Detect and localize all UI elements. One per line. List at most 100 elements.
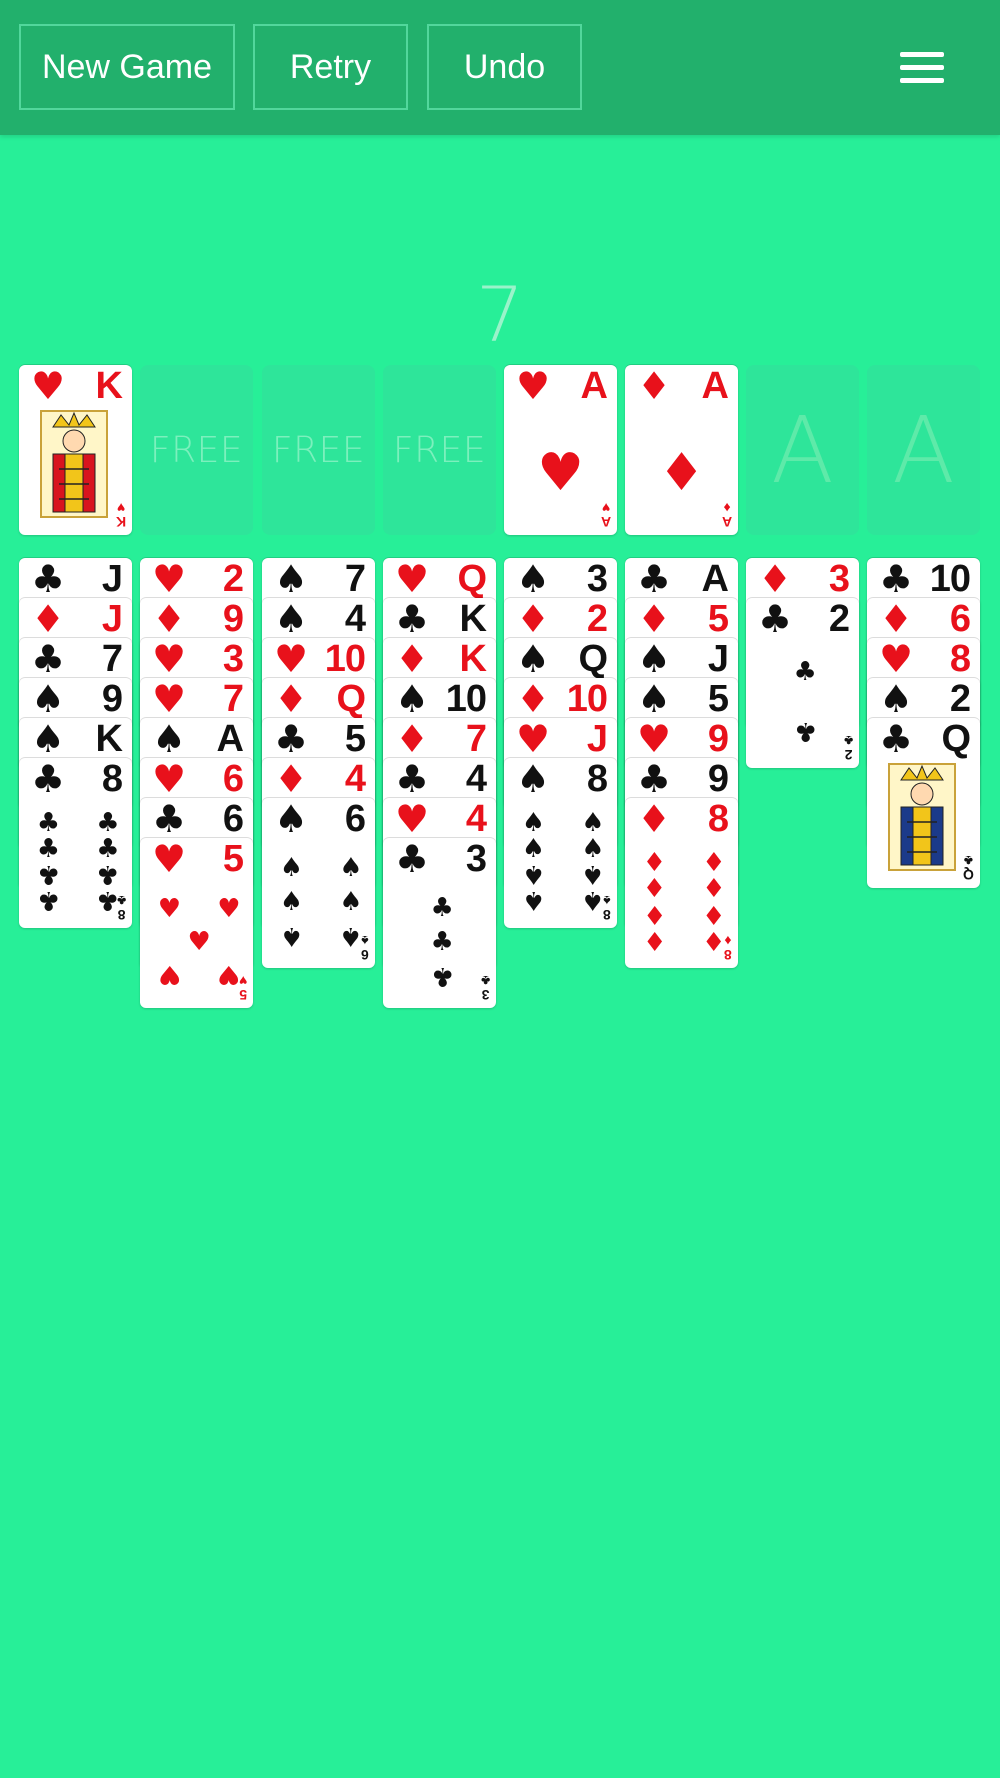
hearts-suit-icon: ♥ [152, 838, 187, 881]
foundation-label: A [771, 396, 834, 504]
free-cell-2[interactable]: FREE [140, 365, 253, 535]
card-rank: A [580, 365, 608, 407]
spades-pip-icon: ♠ [521, 884, 546, 915]
spades-pip-icon: ♠ [339, 920, 363, 951]
card-corner-index: 6 ♠ [361, 933, 369, 963]
card-corner-index: 5 ♥ [238, 973, 247, 1003]
card-rank: 10 [324, 638, 366, 680]
foundation-4[interactable]: A [867, 365, 980, 535]
free-cell-3[interactable]: FREE [262, 365, 375, 535]
card-rank: Q [941, 718, 971, 760]
card-rank: 4 [465, 798, 487, 840]
spades-suit-icon: ♠ [637, 678, 672, 721]
card-rank: 9 [707, 758, 729, 800]
face-card-illustration [39, 409, 109, 519]
move-counter: 7 [475, 270, 525, 359]
card-rank: 7 [101, 638, 123, 680]
foundation-1-card[interactable]: ♥ A ♥ A ♥ [504, 365, 617, 535]
clubs-suit-icon: ♣ [758, 598, 793, 641]
diamonds-suit-icon: ♦ [758, 558, 793, 601]
card-rank: 7 [465, 718, 487, 760]
card-rank: J [101, 558, 123, 600]
card-corner-index: A ♦ [721, 500, 732, 530]
free-cell-1-card[interactable]: ♥ K K ♥ [19, 365, 132, 535]
card-rank: 8 [586, 758, 608, 800]
foundation-label: A [892, 396, 955, 504]
face-card-illustration [887, 762, 957, 872]
clubs-suit-icon: ♣ [31, 758, 66, 801]
card-corner-index: 2 ♣ [843, 733, 853, 763]
diamonds-suit-icon: ♦ [274, 678, 309, 721]
card-rank: 6 [344, 798, 366, 840]
card-pips: ♠ ♠ ♠ ♠ ♠ ♠ ♠ ♠ [518, 808, 605, 915]
spades-pip-icon: ♠ [279, 920, 304, 951]
tableau-4-card-8[interactable]: ♣ 3 ♣ ♣ ♣ 3 ♣ [383, 838, 496, 1008]
card-rank: 10 [929, 558, 971, 600]
card-rank: 2 [828, 598, 850, 640]
spades-pip-icon: ♠ [279, 886, 304, 917]
spades-suit-icon: ♠ [274, 798, 309, 841]
card-rank: 2 [586, 598, 608, 640]
card-rank: Q [336, 678, 366, 720]
tableau-3-card-7[interactable]: ♠ 6 ♠ ♠ ♠ ♠ ♠ ♠ 6 ♠ [262, 798, 375, 968]
card-pips: ♣ ♣ ♣ ♣ ♣ ♣ ♣ ♣ [33, 808, 120, 915]
card-pips: ♣ ♣ ♣ [397, 893, 482, 994]
card-rank: 6 [222, 758, 244, 800]
spades-suit-icon: ♠ [516, 558, 551, 601]
undo-button[interactable]: Undo [427, 24, 582, 110]
card-rank: A [216, 718, 244, 760]
hearts-pip-icon: ♥ [157, 958, 182, 989]
hearts-suit-icon: ♥ [395, 798, 430, 841]
clubs-suit-icon: ♣ [395, 598, 430, 641]
card-rank: J [707, 638, 729, 680]
card-rank: 5 [222, 838, 244, 880]
card-rank: 2 [222, 558, 244, 600]
card-rank: Q [457, 558, 487, 600]
hearts-suit-icon: ♥ [152, 638, 187, 681]
diamonds-suit-icon: ♦ [516, 598, 551, 641]
free-cell-4[interactable]: FREE [383, 365, 496, 535]
card-rank: 9 [707, 718, 729, 760]
diamonds-pip-icon: ♦ [642, 924, 667, 955]
tableau-8-card-5[interactable]: ♣ Q Q ♣ [867, 718, 980, 888]
card-rank: 10 [566, 678, 608, 720]
card-corner-index: 8 ♦ [724, 933, 732, 963]
hamburger-menu-icon[interactable] [900, 48, 946, 88]
diamonds-suit-icon: ♦ [637, 365, 672, 408]
hearts-pip-icon: ♥ [217, 958, 241, 989]
card-rank: K [459, 598, 487, 640]
card-rank: 10 [445, 678, 487, 720]
spades-suit-icon: ♠ [31, 718, 66, 761]
foundation-3[interactable]: A [746, 365, 859, 535]
clubs-suit-icon: ♣ [31, 638, 66, 681]
diamonds-suit-icon: ♦ [395, 718, 430, 761]
free-cell-label: FREE [271, 429, 366, 471]
card-rank: J [586, 718, 608, 760]
card-rank: 4 [344, 598, 366, 640]
hearts-suit-icon: ♥ [274, 638, 309, 681]
spades-suit-icon: ♠ [879, 678, 914, 721]
new-game-button[interactable]: New Game [19, 24, 235, 110]
card-rank: 2 [949, 678, 971, 720]
card-rank: 6 [949, 598, 971, 640]
tableau-1-card-6[interactable]: ♣ 8 ♣ ♣ ♣ ♣ ♣ ♣ ♣ ♣ 8 ♣ [19, 758, 132, 928]
tableau-6-card-7[interactable]: ♦ 8 ♦ ♦ ♦ ♦ ♦ ♦ ♦ ♦ 8 ♦ [625, 798, 738, 968]
card-rank: 5 [344, 718, 366, 760]
card-rank: 9 [101, 678, 123, 720]
tableau-2-card-8[interactable]: ♥ 5 ♥ ♥ ♥ ♥ ♥ 5 ♥ [140, 838, 253, 1008]
hearts-suit-icon: ♥ [31, 365, 66, 408]
card-rank: 4 [465, 758, 487, 800]
card-rank: 5 [707, 678, 729, 720]
card-rank: 5 [707, 598, 729, 640]
clubs-suit-icon: ♣ [152, 798, 187, 841]
retry-button[interactable]: Retry [253, 24, 408, 110]
card-rank: K [95, 365, 123, 407]
spades-pip-icon: ♠ [339, 886, 363, 917]
card-rank: 9 [222, 598, 244, 640]
clubs-pip-icon: ♣ [430, 960, 454, 991]
tableau-5-card-6[interactable]: ♠ 8 ♠ ♠ ♠ ♠ ♠ ♠ ♠ ♠ 8 ♠ [504, 758, 617, 928]
toolbar: New Game Retry Undo [0, 0, 1000, 135]
tableau-7-card-2[interactable]: ♣ 2 ♣ ♣ 2 ♣ [746, 598, 859, 768]
free-cell-label: FREE [392, 429, 487, 471]
foundation-2-card[interactable]: ♦ A ♦ A ♦ [625, 365, 738, 535]
